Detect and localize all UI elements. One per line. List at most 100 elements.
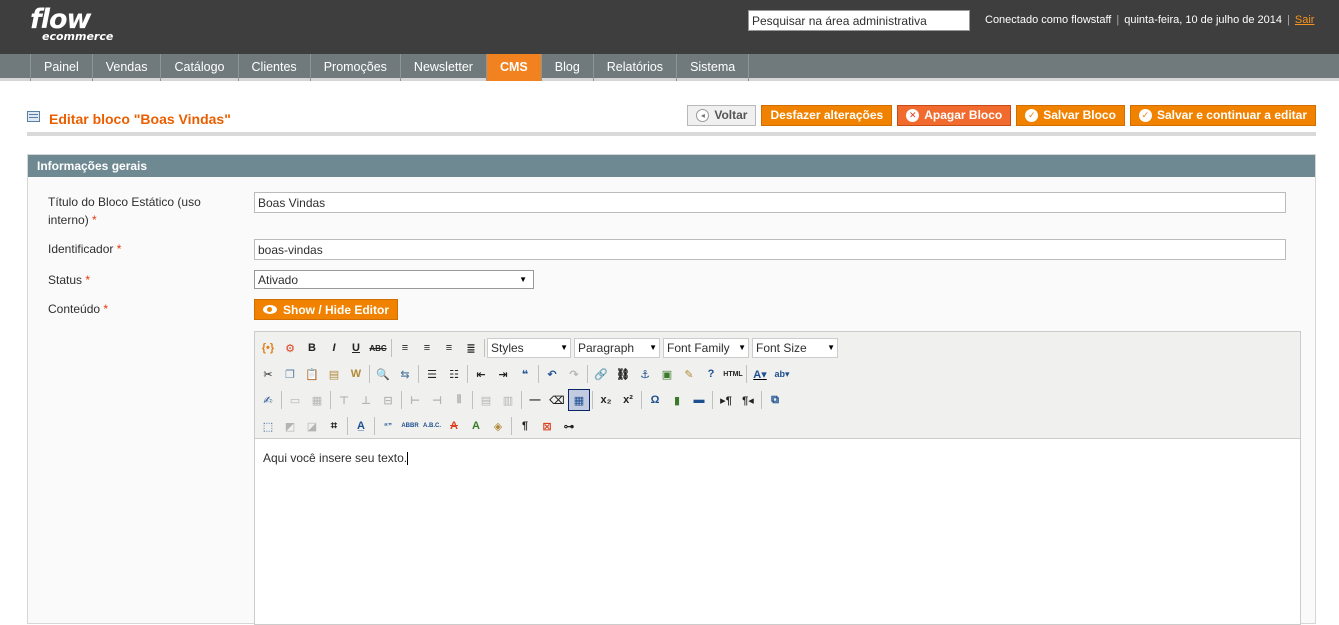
paste-text-icon[interactable]: ▤ <box>323 363 345 385</box>
outdent-icon[interactable]: ⇤ <box>470 363 492 385</box>
nav-item-blog[interactable]: Blog <box>542 54 594 81</box>
delete-col-icon[interactable]: ⫴ <box>448 389 470 411</box>
underline-icon[interactable]: U <box>345 337 367 359</box>
image-icon[interactable]: ▣ <box>656 363 678 385</box>
special-char-icon[interactable]: Ω <box>644 389 666 411</box>
paste-icon[interactable]: 📋 <box>301 363 323 385</box>
absolute-position-icon[interactable]: ⌗ <box>323 415 345 437</box>
editor-content-area[interactable]: Aqui você insere seu texto. <box>255 439 1300 477</box>
logout-link[interactable]: Sair <box>1295 14 1315 26</box>
fullscreen-icon[interactable]: ⧉ <box>764 389 786 411</box>
save-button[interactable]: ✓ Salvar Bloco <box>1016 105 1125 126</box>
insert-widget-icon[interactable]: ⚙ <box>279 337 301 359</box>
reset-button-label: Desfazer alterações <box>770 108 884 122</box>
non-breaking-icon[interactable]: ⊠ <box>536 415 558 437</box>
insert-layer-icon[interactable]: ⬚ <box>257 415 279 437</box>
move-backward-icon[interactable]: ◪ <box>301 415 323 437</box>
back-button[interactable]: ◂ Voltar <box>687 105 757 126</box>
page-break-icon[interactable]: ⊶ <box>558 415 580 437</box>
align-justify-icon[interactable]: ≣ <box>460 337 482 359</box>
copy-icon[interactable]: ❐ <box>279 363 301 385</box>
nav-item-cms[interactable]: CMS <box>486 54 542 81</box>
delete-button[interactable]: ✕ Apagar Bloco <box>897 105 1012 126</box>
find-icon[interactable]: 🔍 <box>372 363 394 385</box>
text-color-icon[interactable]: A▾ <box>749 363 771 385</box>
identifier-input[interactable] <box>254 239 1286 260</box>
align-left-icon[interactable]: ≡ <box>394 337 416 359</box>
cut-icon[interactable]: ✂ <box>257 363 279 385</box>
styles-dropdown[interactable]: Styles ▼ <box>487 338 571 358</box>
bold-icon[interactable]: B <box>301 337 323 359</box>
logo[interactable]: flow ecommerce <box>30 6 113 42</box>
subscript-icon[interactable]: x₂ <box>595 389 617 411</box>
highlight-color-icon[interactable]: ab▾ <box>771 363 793 385</box>
paragraph-dropdown[interactable]: Paragraph ▼ <box>574 338 660 358</box>
save-continue-button[interactable]: ✓ Salvar e continuar a editar <box>1129 105 1316 126</box>
global-search-input[interactable] <box>748 10 970 31</box>
nav-item-relatorios[interactable]: Relatórios <box>594 54 678 81</box>
title-input[interactable] <box>254 192 1286 213</box>
show-hide-editor-label: Show / Hide Editor <box>283 302 390 317</box>
attributes-icon[interactable]: ◈ <box>487 415 509 437</box>
font-family-dropdown[interactable]: Font Family ▼ <box>663 338 749 358</box>
paste-word-icon[interactable]: W <box>345 363 367 385</box>
row-props-icon[interactable]: ▭ <box>284 389 306 411</box>
numbered-list-icon[interactable]: ☷ <box>443 363 465 385</box>
cell-props-icon[interactable]: ▦ <box>306 389 328 411</box>
nav-item-promocoes[interactable]: Promoções <box>311 54 401 81</box>
acronym-icon[interactable]: A.B.C. <box>421 415 443 437</box>
edit-icon[interactable]: ✍ <box>257 389 279 411</box>
nav-item-vendas[interactable]: Vendas <box>93 54 162 81</box>
insert-col-before-icon[interactable]: ⊢ <box>404 389 426 411</box>
insertion-icon[interactable]: A <box>465 415 487 437</box>
insert-row-before-icon[interactable]: ⊤ <box>333 389 355 411</box>
link-icon[interactable]: 🔗 <box>590 363 612 385</box>
horizontal-rule-icon[interactable]: ― <box>524 389 546 411</box>
rtl-icon[interactable]: ¶◂ <box>737 389 759 411</box>
nav-item-painel[interactable]: Painel <box>30 54 93 81</box>
strikethrough-icon[interactable]: ABC <box>367 337 389 359</box>
delete-row-icon[interactable]: ⊟ <box>377 389 399 411</box>
redo-icon[interactable]: ↷ <box>563 363 585 385</box>
nav-item-newsletter[interactable]: Newsletter <box>401 54 487 81</box>
insert-variable-icon[interactable]: {•} <box>257 337 279 359</box>
insert-col-after-icon[interactable]: ⊣ <box>426 389 448 411</box>
style-props-icon[interactable]: A̲ <box>350 415 372 437</box>
html-source-icon[interactable]: HTML <box>722 363 744 385</box>
help-icon[interactable]: ? <box>700 363 722 385</box>
status-select[interactable]: Ativado ▼ <box>254 270 534 289</box>
toolbar-row-3: ✍ ▭ ▦ ⊤ ⊥ ⊟ ⊢ ⊣ ⫴ ▤ ▥ ― ⌫ ▦ x₂ x² Ω ▮ ▬ … <box>257 387 1298 413</box>
deletion-icon[interactable]: A <box>443 415 465 437</box>
align-center-icon[interactable]: ≡ <box>416 337 438 359</box>
anchor-icon[interactable]: ⚓ <box>634 363 656 385</box>
toolbar-separator <box>538 365 539 383</box>
merge-cells-icon[interactable]: ▥ <box>497 389 519 411</box>
bullet-list-icon[interactable]: ☰ <box>421 363 443 385</box>
show-invisibles-icon[interactable]: ¶ <box>514 415 536 437</box>
advanced-hr-icon[interactable]: ▬ <box>688 389 710 411</box>
table-icon[interactable]: ▦ <box>568 389 590 411</box>
abbr-icon[interactable]: ABBR <box>399 415 421 437</box>
media-icon[interactable]: ▮ <box>666 389 688 411</box>
italic-icon[interactable]: I <box>323 337 345 359</box>
font-size-dropdown[interactable]: Font Size ▼ <box>752 338 838 358</box>
indent-icon[interactable]: ⇥ <box>492 363 514 385</box>
insert-row-after-icon[interactable]: ⊥ <box>355 389 377 411</box>
nav-item-catalogo[interactable]: Catálogo <box>161 54 239 81</box>
cleanup-icon[interactable]: ✎ <box>678 363 700 385</box>
nav-item-sistema[interactable]: Sistema <box>677 54 750 81</box>
undo-icon[interactable]: ↶ <box>541 363 563 385</box>
remove-format-icon[interactable]: ⌫ <box>546 389 568 411</box>
replace-icon[interactable]: ⇆ <box>394 363 416 385</box>
reset-button[interactable]: Desfazer alterações <box>761 105 893 126</box>
superscript-icon[interactable]: x² <box>617 389 639 411</box>
ltr-icon[interactable]: ▸¶ <box>715 389 737 411</box>
unlink-icon[interactable]: ⛓ <box>612 363 634 385</box>
nav-item-clientes[interactable]: Clientes <box>239 54 311 81</box>
show-hide-editor-button[interactable]: Show / Hide Editor <box>254 299 399 320</box>
align-right-icon[interactable]: ≡ <box>438 337 460 359</box>
split-cells-icon[interactable]: ▤ <box>475 389 497 411</box>
cite-icon[interactable]: “” <box>377 415 399 437</box>
blockquote-icon[interactable]: ❝ <box>514 363 536 385</box>
move-forward-icon[interactable]: ◩ <box>279 415 301 437</box>
